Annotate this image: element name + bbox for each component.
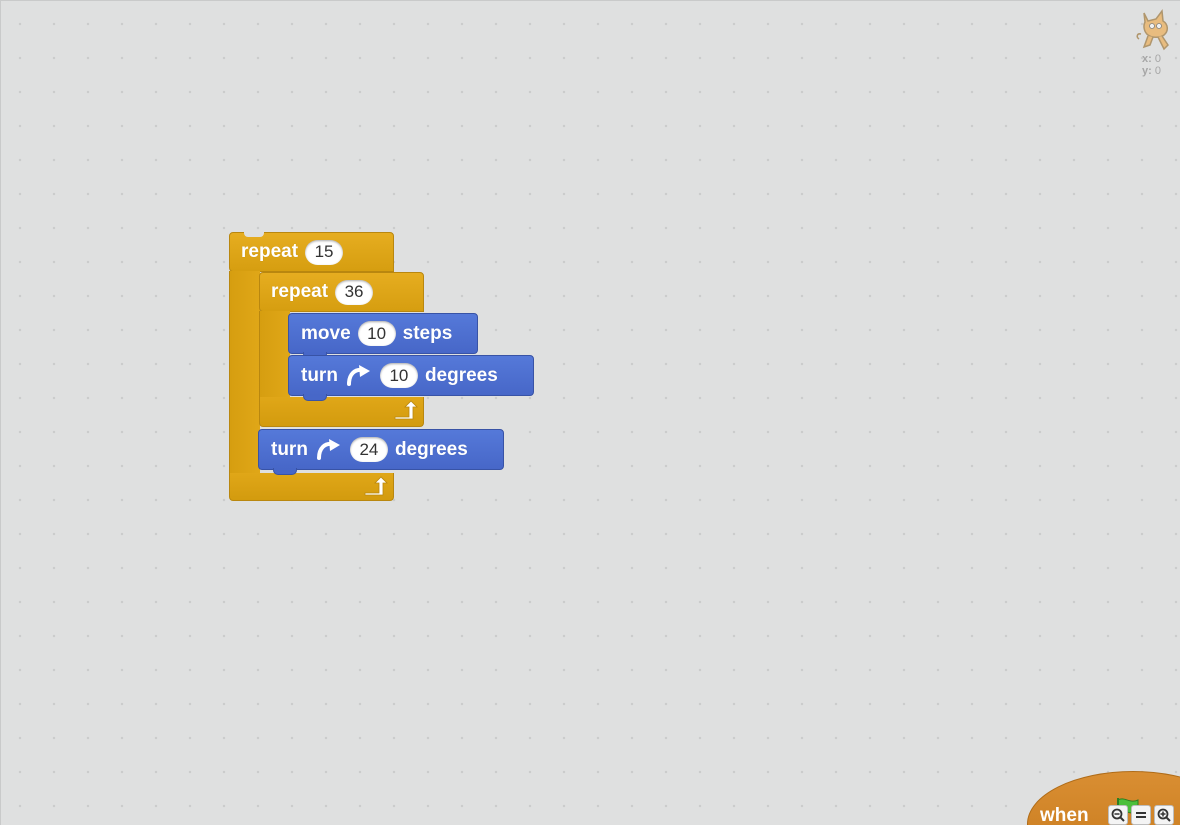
move-steps-input[interactable]: 10 [357,321,396,346]
zoom-in-button[interactable] [1154,805,1174,825]
zoom-reset-icon [1136,812,1146,818]
turn-degrees-input[interactable]: 10 [379,363,418,388]
turn-clockwise-icon [316,438,340,460]
repeat-count-input[interactable]: 15 [305,239,344,265]
zoom-reset-button[interactable] [1131,805,1151,825]
repeat-label: repeat [271,281,329,302]
when-label: when [1040,805,1089,825]
turn-clockwise-icon [346,364,370,386]
degrees-label: degrees [424,364,498,386]
sprite-x-coordinate: x: 0 [1142,53,1161,65]
loop-arrow-icon [394,400,418,420]
cat-sprite-icon [1136,9,1169,51]
turn-degrees-input[interactable]: 24 [349,437,388,462]
move-label: move [301,322,351,344]
move-steps-block[interactable]: move 10 steps [288,313,478,359]
turn-right-block[interactable]: turn 24 degrees [258,429,504,475]
script-workspace[interactable]: x: 0 y: 0 repeat 15 repeat 36 move 10 st… [0,0,1180,825]
zoom-out-icon [1111,808,1125,822]
turn-label: turn [271,438,308,460]
loop-arrow-icon [364,476,388,496]
zoom-in-icon [1157,808,1171,822]
sprite-y-coordinate: y: 0 [1142,65,1161,77]
turn-right-block[interactable]: turn 10 degrees [288,355,534,401]
turn-label: turn [301,364,338,386]
repeat-count-input[interactable]: 36 [335,279,374,305]
repeat-label: repeat [241,241,299,262]
steps-label: steps [402,322,453,344]
zoom-controls [1108,805,1174,825]
degrees-label: degrees [394,438,468,460]
zoom-out-button[interactable] [1108,805,1128,825]
sprite-indicator: x: 0 y: 0 [1130,9,1174,77]
